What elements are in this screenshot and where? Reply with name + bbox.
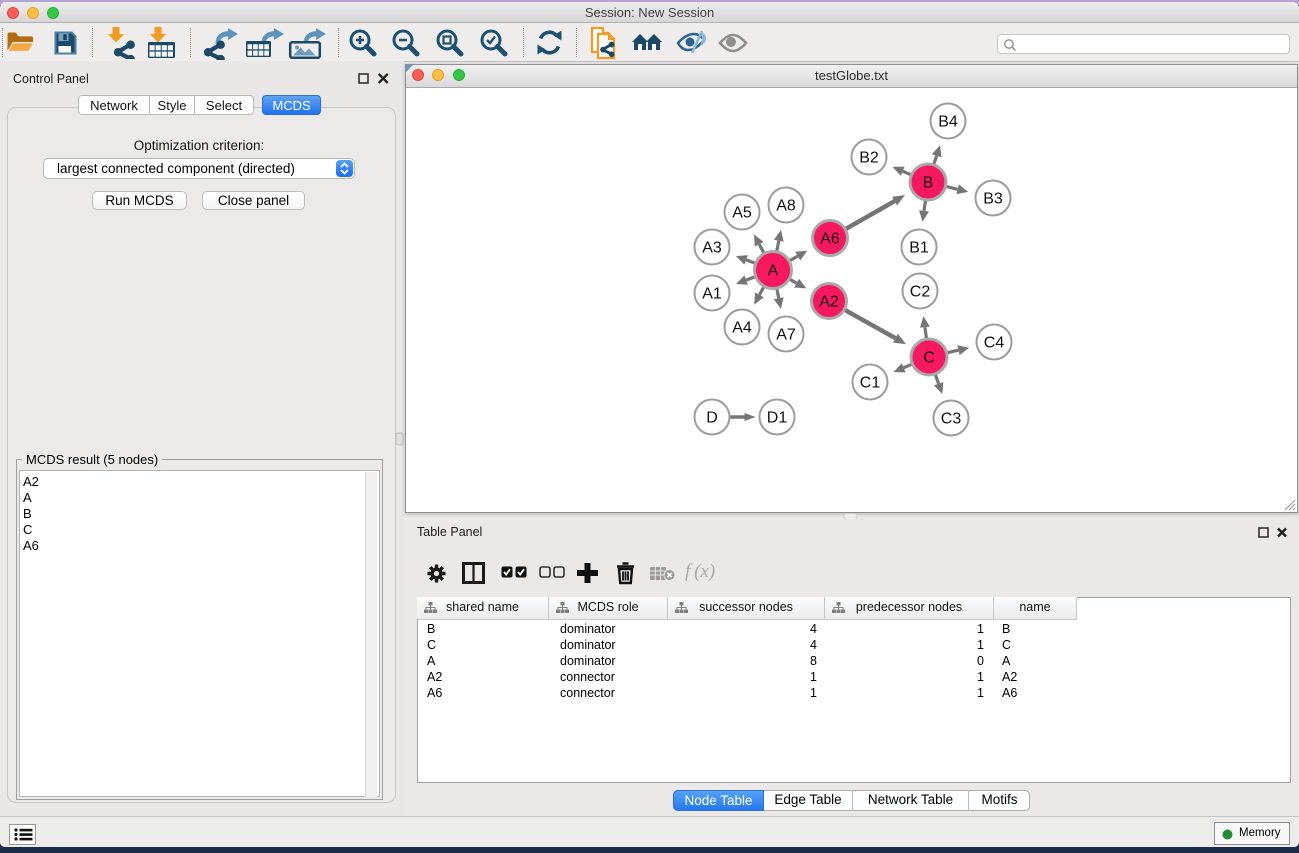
svg-text:B2: B2	[859, 150, 879, 167]
svg-text:B1: B1	[909, 240, 929, 257]
svg-text:B3: B3	[983, 191, 1003, 208]
svg-text:C2: C2	[910, 284, 931, 301]
svg-text:C3: C3	[941, 411, 962, 428]
svg-text:C1: C1	[860, 375, 881, 392]
svg-text:B: B	[923, 175, 934, 192]
svg-text:D: D	[706, 410, 718, 427]
svg-text:A7: A7	[776, 327, 796, 344]
svg-text:A6: A6	[820, 231, 840, 248]
svg-text:A8: A8	[776, 198, 796, 215]
svg-text:D1: D1	[767, 410, 788, 427]
svg-text:A4: A4	[732, 320, 752, 337]
svg-text:A1: A1	[702, 286, 722, 303]
svg-text:A3: A3	[702, 240, 722, 257]
svg-text:B4: B4	[938, 114, 958, 131]
svg-text:C4: C4	[984, 335, 1005, 352]
svg-text:A2: A2	[819, 294, 839, 311]
svg-text:C: C	[923, 350, 935, 367]
svg-text:A5: A5	[732, 205, 752, 222]
svg-text:A: A	[768, 263, 779, 280]
